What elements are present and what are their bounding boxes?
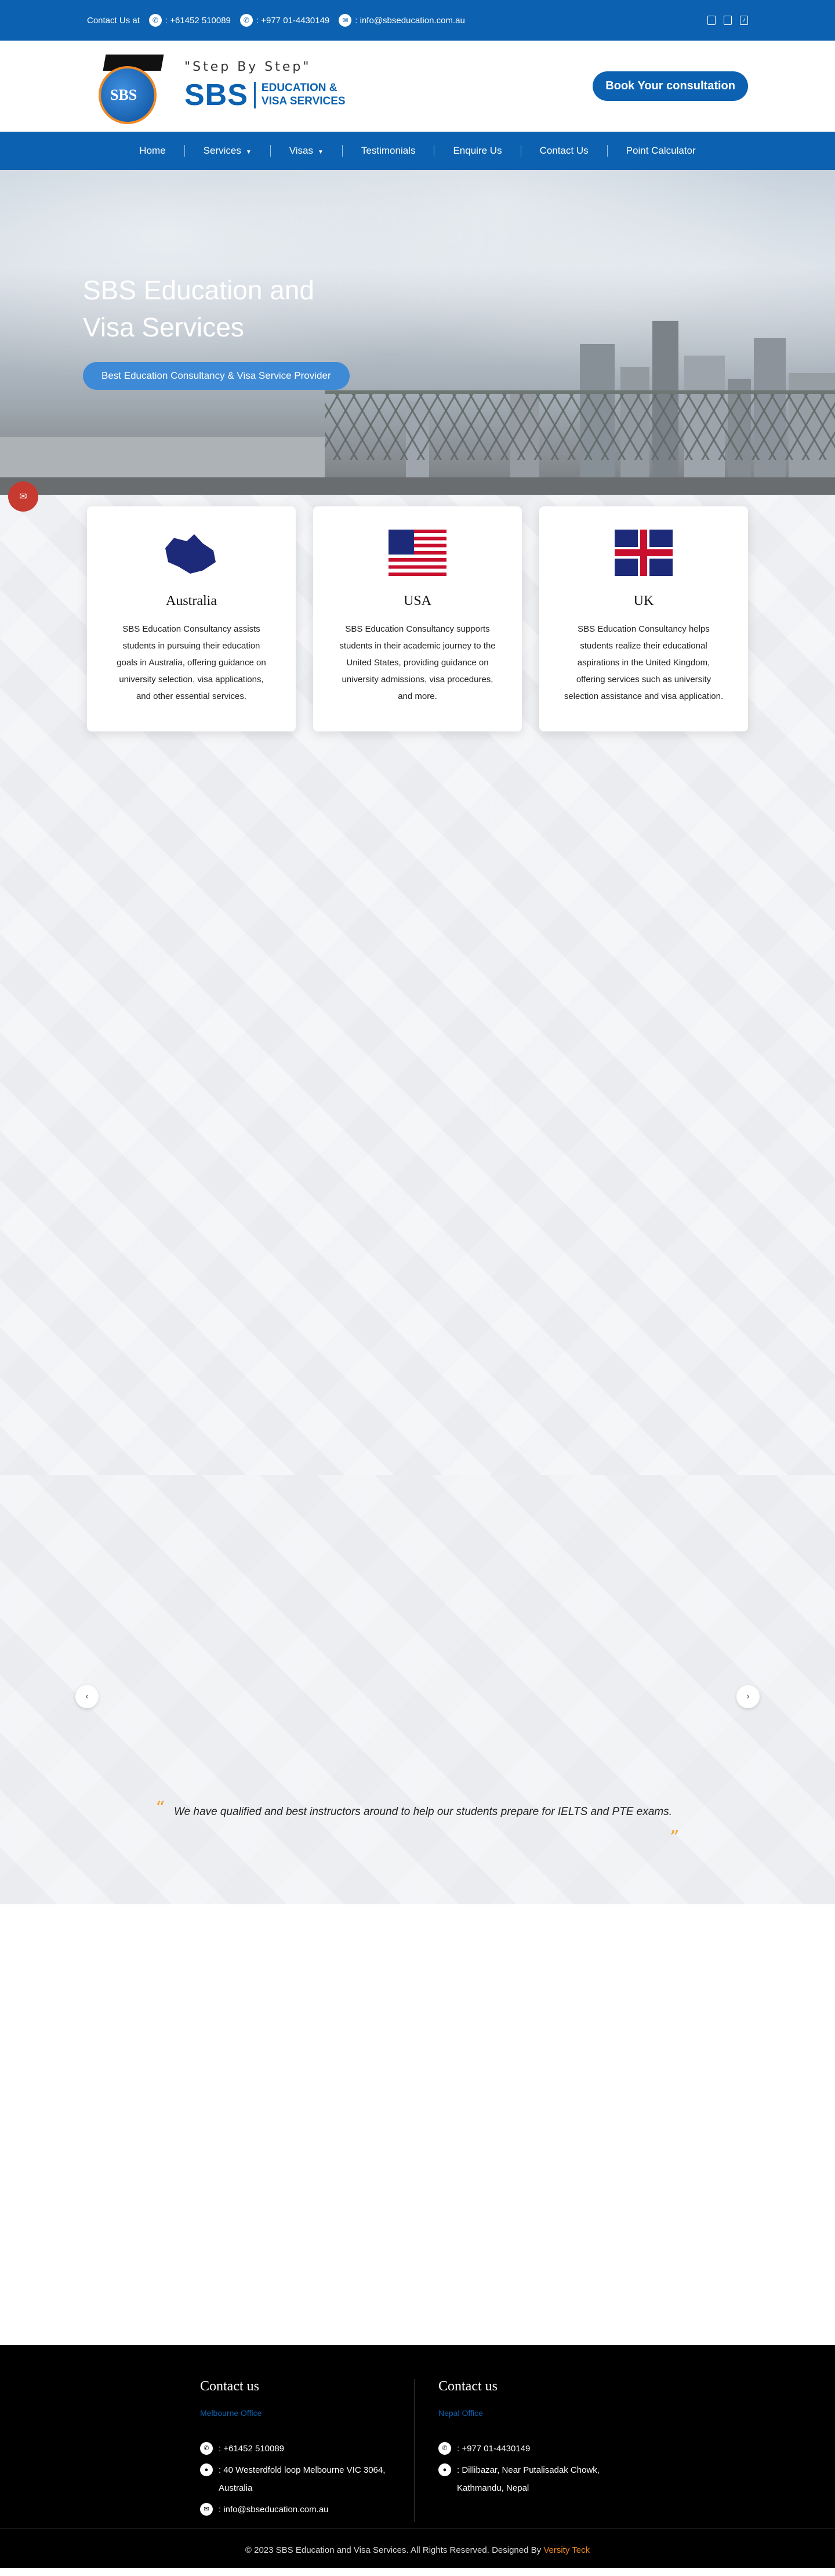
site-header: SBS "Step By Step" SBS EDUCATION & VISA …	[0, 41, 835, 132]
logo-globe-text: SBS	[110, 86, 137, 103]
nav-services[interactable]: Services ▼	[185, 145, 271, 157]
chevron-down-icon: ▼	[318, 149, 324, 155]
designer-link[interactable]: Versity Teck	[543, 2545, 590, 2555]
nav-label: Enquire Us	[453, 145, 502, 156]
countries-section: Australia SBS Education Consultancy assi…	[0, 495, 835, 1475]
carousel-next-button[interactable]: ›	[736, 1685, 760, 1708]
usa-flag-icon	[389, 530, 446, 576]
footer-phone-text: : +61452 510089	[219, 2444, 285, 2454]
phone-icon: ✆	[200, 2442, 213, 2455]
country-description: SBS Education Consultancy assists studen…	[117, 624, 266, 701]
email-icon: ✉	[339, 14, 352, 27]
phone-icon: ✆	[239, 14, 253, 27]
footer-heading: Contact us	[438, 2379, 498, 2394]
hero-title: SBS Education and Visa Services	[83, 275, 314, 342]
copyright-text: © 2023 SBS Education and Visa Services. …	[245, 2545, 542, 2555]
footer-address: ● : 40 Westerdfold loop Melbourne VIC 306…	[200, 2461, 415, 2497]
logo-subtitle: EDUCATION & VISA SERVICES	[253, 82, 346, 108]
uk-flag-icon	[615, 530, 673, 576]
footer-phone[interactable]: ✆ : +977 01-4430149	[438, 2440, 629, 2458]
testimonial-section: ‹ › “ We have qualified and best instruc…	[0, 1475, 835, 1904]
nav-visas[interactable]: Visas ▼	[271, 145, 343, 157]
nav-enquire-us[interactable]: Enquire Us	[434, 145, 521, 157]
footer-heading: Contact us	[200, 2379, 259, 2394]
logo-sub-line1: EDUCATION &	[261, 82, 337, 95]
footer-address: ● : Dillibazar, Near Putalisadak Chowk, K…	[438, 2461, 629, 2497]
testimonial-quote: We have qualified and best instructors a…	[174, 1806, 672, 1818]
footer-phone-text: : +977 01-4430149	[457, 2444, 531, 2454]
empty-section	[0, 1904, 835, 2345]
country-card-australia[interactable]: Australia SBS Education Consultancy assi…	[87, 506, 296, 731]
email-icon: ✉	[200, 2503, 213, 2516]
nav-label: Point Calculator	[626, 145, 696, 156]
flag-cross	[640, 530, 647, 576]
nav-point-calculator[interactable]: Point Calculator	[608, 145, 714, 157]
hero-cta-button[interactable]: Best Education Consultancy & Visa Servic…	[83, 362, 350, 390]
instagram-icon[interactable]	[724, 16, 732, 25]
copyright: © 2023 SBS Education and Visa Services. …	[0, 2545, 835, 2555]
location-icon: ●	[438, 2463, 451, 2476]
nav-label: Home	[139, 145, 166, 156]
country-description: SBS Education Consultancy helps students…	[564, 624, 724, 701]
country-name: USA	[403, 593, 431, 608]
top-contact-bar: Contact Us at ✆ : +61452 510089 ✆ : +977…	[0, 0, 835, 41]
footer-columns: Contact us Melbourne Office ✆ : +61452 51…	[0, 2345, 835, 2522]
flag-canton	[389, 530, 414, 555]
logo-tagline: "Step By Step"	[184, 60, 311, 74]
nav-testimonials[interactable]: Testimonials	[343, 145, 435, 157]
nav-label: Visas	[289, 145, 314, 156]
office-label: Nepal Office	[438, 2408, 483, 2418]
background-pattern	[0, 1475, 835, 1904]
nav-label: Testimonials	[361, 145, 416, 156]
phone-np-link[interactable]: : +977 01-4430149	[256, 16, 329, 26]
contact-label: Contact Us at	[87, 15, 140, 26]
logo-text: "Step By Step" SBS EDUCATION & VISA SERV…	[184, 60, 346, 113]
site-logo[interactable]: SBS "Step By Step" SBS EDUCATION & VISA …	[87, 49, 346, 124]
facebook-icon[interactable]	[707, 16, 716, 25]
quote-open-icon: “	[155, 1797, 165, 1819]
footer-email[interactable]: ✉ : info@sbseducation.com.au	[200, 2501, 415, 2519]
email-link[interactable]: : info@sbseducation.com.au	[355, 16, 465, 26]
footer-address-text: : Dillibazar, Near Putalisadak Chowk, Ka…	[457, 2465, 600, 2493]
footer-address-text: : 40 Westerdfold loop Melbourne VIC 3064…	[219, 2465, 386, 2493]
quote-close-icon: ”	[670, 1826, 680, 1848]
social-links: ♪	[707, 16, 748, 25]
country-cards: Australia SBS Education Consultancy assi…	[0, 495, 835, 731]
phone-icon: ✆	[438, 2442, 451, 2455]
book-consultation-button[interactable]: Book Your consultation	[593, 71, 748, 101]
country-name: UK	[633, 593, 654, 608]
country-description: SBS Education Consultancy supports stude…	[339, 624, 496, 701]
country-card-uk[interactable]: UK SBS Education Consultancy helps stude…	[539, 506, 748, 731]
nav-contact-us[interactable]: Contact Us	[521, 145, 608, 157]
hero-content: SBS Education and Visa Services Best Edu…	[83, 271, 350, 390]
nav-label: Services	[203, 145, 241, 156]
floating-chat-button[interactable]: ✉	[8, 481, 38, 512]
nav-label: Contact Us	[539, 145, 589, 156]
footer-melbourne: Contact us Melbourne Office ✆ : +61452 51…	[200, 2379, 415, 2522]
footer-phone[interactable]: ✆ : +61452 510089	[200, 2440, 415, 2458]
site-footer: Contact us Melbourne Office ✆ : +61452 51…	[0, 2345, 835, 2568]
nav-home[interactable]: Home	[121, 145, 185, 157]
footer-email-text: : info@sbseducation.com.au	[219, 2505, 329, 2515]
logo-sbs: SBS	[184, 78, 248, 112]
phone-icon: ✆	[148, 14, 162, 27]
main-nav: Home Services ▼ Visas ▼ Testimonials Enqui…	[0, 132, 835, 170]
hero-banner: SBS Education and Visa Services Best Edu…	[0, 170, 835, 495]
phone-au-link[interactable]: : +61452 510089	[165, 16, 231, 26]
country-card-usa[interactable]: USA SBS Education Consultancy supports s…	[313, 506, 522, 731]
office-label: Melbourne Office	[200, 2408, 262, 2418]
logo-sub-line2: VISA SERVICES	[261, 95, 346, 107]
logo-globe-icon: SBS	[87, 49, 174, 124]
australia-flag-icon	[165, 534, 216, 574]
chevron-down-icon: ▼	[245, 149, 252, 155]
contact-info: Contact Us at ✆ : +61452 510089 ✆ : +977…	[87, 14, 465, 27]
country-name: Australia	[166, 593, 217, 608]
location-icon: ●	[200, 2463, 213, 2476]
tiktok-icon[interactable]: ♪	[740, 16, 748, 25]
footer-nepal: Contact us Nepal Office ✆ : +977 01-44301…	[415, 2379, 629, 2522]
carousel-prev-button[interactable]: ‹	[75, 1685, 99, 1708]
